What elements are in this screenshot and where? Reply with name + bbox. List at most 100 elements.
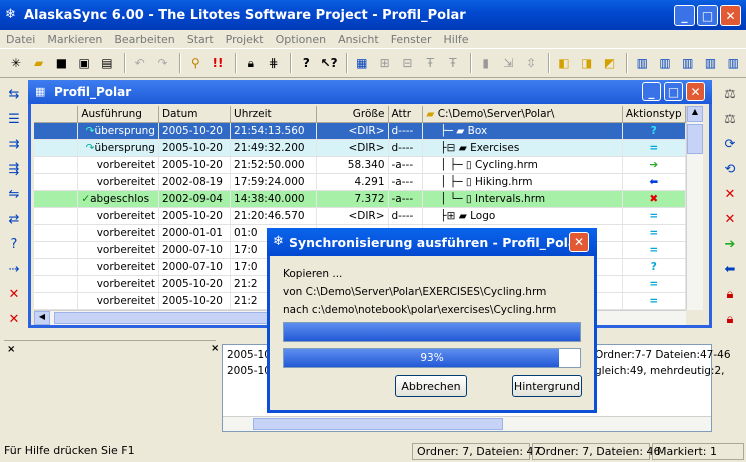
menu-projekt[interactable]: Projekt <box>220 33 270 46</box>
delete-right-icon[interactable]: ✕ <box>719 183 741 205</box>
log-scroll-thumb[interactable] <box>253 418 503 430</box>
cancel-button[interactable]: Abbrechen <box>395 375 467 397</box>
print-icon[interactable]: ▤ <box>97 53 117 73</box>
lock2-right-icon[interactable]: 🔒︎ <box>719 308 741 330</box>
copy-left-icon[interactable]: ⇄ <box>3 208 25 230</box>
refresh2-icon[interactable]: ⟲ <box>719 158 741 180</box>
copy-icon[interactable]: ⊟ <box>397 53 417 73</box>
table-row[interactable]: vorbereitet 2002-08-19 17:59:24.000 4.29… <box>34 174 686 191</box>
sync-icon[interactable]: ▦ <box>352 53 372 73</box>
folder3-icon[interactable]: ◩ <box>600 53 620 73</box>
scroll-up-arrow[interactable]: ▲ <box>687 106 703 122</box>
scale-icon[interactable]: ⚖ <box>719 83 741 105</box>
network-icon[interactable]: ⋕ <box>264 53 284 73</box>
delete2-left-icon[interactable]: ✕ <box>3 308 25 330</box>
row-gutter <box>34 123 79 139</box>
col-groesse[interactable]: Größe <box>317 106 389 122</box>
close-log-icon[interactable]: × <box>211 343 219 354</box>
maximize-button[interactable]: □ <box>697 5 718 26</box>
arrow-left-icon[interactable]: ⬅ <box>719 258 741 280</box>
text2-icon[interactable]: Ŧ <box>443 53 463 73</box>
view4-icon[interactable]: ▥ <box>701 53 721 73</box>
table-vertical-scrollbar[interactable]: ▲ <box>686 106 703 310</box>
status-text: vorbereitet <box>78 208 159 224</box>
minimize-button[interactable]: _ <box>674 5 695 26</box>
col-ausfuehrung[interactable]: Ausführung <box>78 106 159 122</box>
folder-icon[interactable]: ◧ <box>554 53 574 73</box>
move-icon[interactable]: ⇲ <box>499 53 519 73</box>
file-icon: │ └─ ▯ <box>440 193 476 205</box>
text-icon[interactable]: Ŧ <box>420 53 440 73</box>
toolbar-separator <box>234 53 237 73</box>
status-text: übersprung <box>94 142 155 154</box>
col-uhrzeit[interactable]: Uhrzeit <box>231 106 318 122</box>
lock-right-icon[interactable]: 🔒︎ <box>719 283 741 305</box>
menu-markieren[interactable]: Markieren <box>41 33 108 46</box>
view2-icon[interactable]: ▥ <box>655 53 675 73</box>
row-time: 17:59:24.000 <box>231 174 318 190</box>
col-attr[interactable]: Attr <box>389 106 424 122</box>
background-button[interactable]: Hintergrund <box>512 375 582 397</box>
search-icon[interactable]: ⚲ <box>185 53 205 73</box>
tree-icon[interactable]: ⇉ <box>3 133 25 155</box>
row-date: 2000-07-10 <box>159 259 232 275</box>
table-row[interactable]: vorbereitet 2005-10-20 21:20:46.570 <DIR… <box>34 208 686 225</box>
lock-icon[interactable]: 🔒︎ <box>241 53 261 73</box>
table-row[interactable]: ↷übersprung 2005-10-20 21:54:13.560 <DIR… <box>34 123 686 140</box>
col-datum[interactable]: Datum <box>159 106 232 122</box>
help-icon[interactable]: ? <box>296 53 316 73</box>
col-path[interactable]: ▰ C:\Demo\Server\Polar\ <box>423 106 623 122</box>
folder2-icon[interactable]: ◨ <box>577 53 597 73</box>
menu-ansicht[interactable]: Ansicht <box>332 33 385 46</box>
arrow-right-icon[interactable]: ➔ <box>719 233 741 255</box>
close-pane-icon[interactable]: × <box>7 344 15 355</box>
compare-icon[interactable]: ⊞ <box>375 53 395 73</box>
sync-dialog-titlebar: ❄ Synchronisierung ausführen - Profil_Po… <box>267 228 597 256</box>
dialog-close-button[interactable]: ✕ <box>569 232 589 252</box>
context-help-icon[interactable]: ↖? <box>319 53 339 73</box>
file-progress-bar <box>283 322 581 342</box>
child-maximize-button[interactable]: □ <box>664 82 683 101</box>
scroll-left-arrow[interactable]: ◀ <box>34 311 50 325</box>
delete2-right-icon[interactable]: ✕ <box>719 208 741 230</box>
alert-icon[interactable]: !! <box>208 53 228 73</box>
close-button[interactable]: ✕ <box>720 5 741 26</box>
new-icon[interactable]: ✳ <box>6 53 26 73</box>
list-icon[interactable]: ☰ <box>3 108 25 130</box>
move2-icon[interactable]: ⇳ <box>521 53 541 73</box>
move-left-icon[interactable]: ⇢ <box>3 258 25 280</box>
row-gutter <box>34 242 79 258</box>
menu-start[interactable]: Start <box>181 33 220 46</box>
redo-icon[interactable]: ↷ <box>153 53 173 73</box>
log-summary: Ordner:7-7 Dateien:47-46 <box>595 349 731 361</box>
filter-icon[interactable]: ⇶ <box>3 158 25 180</box>
refresh-icon[interactable]: ⟳ <box>719 133 741 155</box>
scale2-icon[interactable]: ⚖ <box>719 108 741 130</box>
child-close-button[interactable]: ✕ <box>686 82 705 101</box>
view5-icon[interactable]: ▥ <box>723 53 743 73</box>
menu-hilfe[interactable]: Hilfe <box>438 33 475 46</box>
delete-left-icon[interactable]: ✕ <box>3 283 25 305</box>
view3-icon[interactable]: ▥ <box>678 53 698 73</box>
menu-datei[interactable]: Datei <box>0 33 41 46</box>
help-left-icon[interactable]: ? <box>3 233 25 255</box>
table-row[interactable]: vorbereitet 2005-10-20 21:52:50.000 58.3… <box>34 157 686 174</box>
table-row[interactable]: ✓abgeschlos 2002-09-04 14:38:40.000 7.37… <box>34 191 686 208</box>
sync-left-icon[interactable]: ⇆ <box>3 83 25 105</box>
log-horizontal-scrollbar[interactable] <box>223 416 711 431</box>
menu-fenster[interactable]: Fenster <box>385 33 438 46</box>
child-minimize-button[interactable]: _ <box>642 82 661 101</box>
scroll-thumb[interactable] <box>687 124 703 154</box>
open-icon[interactable]: ▰ <box>29 53 49 73</box>
view1-icon[interactable]: ▥ <box>632 53 652 73</box>
save-all-icon[interactable]: ▣ <box>74 53 94 73</box>
save-icon[interactable]: ■ <box>52 53 72 73</box>
menu-optionen[interactable]: Optionen <box>270 33 332 46</box>
menu-bearbeiten[interactable]: Bearbeiten <box>108 33 180 46</box>
book-icon[interactable]: ▮ <box>476 53 496 73</box>
table-row[interactable]: ↷übersprung 2005-10-20 21:49:32.200 <DIR… <box>34 140 686 157</box>
col-aktionstyp[interactable]: Aktionstyp <box>623 106 686 122</box>
compare-left-icon[interactable]: ⇋ <box>3 183 25 205</box>
col-blank[interactable] <box>34 106 79 122</box>
undo-icon[interactable]: ↶ <box>130 53 150 73</box>
